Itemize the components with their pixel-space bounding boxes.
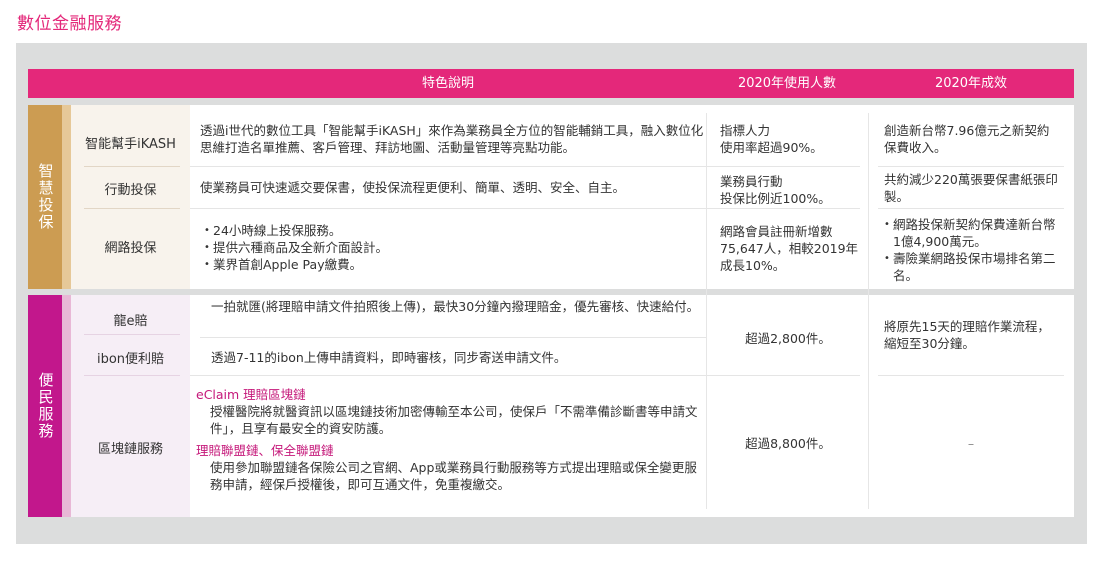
row-label-blockchain: 區塊鏈服務 xyxy=(97,442,163,457)
row-divider xyxy=(190,375,716,376)
blockchain-text-eclaim: 授權醫院將就醫資訊以區塊鏈技術加密傳輸至本公司，使保戶「不需準備診斷書等申請文件… xyxy=(210,404,698,436)
result-online-list: 網路投保新契約保費達新台幣1億4,900萬元。 壽險業網路投保市場排名第二名。 xyxy=(884,216,1060,284)
row-label-ikash: 智能幫手iKASH xyxy=(85,137,176,152)
users-online: 網路會員註冊新增數75,647人，相較2019年成長10%。 xyxy=(720,224,859,273)
result-blockchain: – xyxy=(967,436,975,451)
category-label: 便民服務 xyxy=(36,372,55,440)
category-stripe xyxy=(62,105,71,289)
result-mobile: 共約減少220萬張要保書紙張印製。 xyxy=(884,172,1058,204)
category-label: 智慧投保 xyxy=(36,163,55,231)
row-divider xyxy=(84,334,180,335)
row-divider xyxy=(84,375,180,376)
feature-blockchain: eClaim 理賠區塊鏈 授權醫院將就醫資訊以區塊鏈技術加密傳輸至本公司，使保戶… xyxy=(196,386,706,493)
row-label-online: 網路投保 xyxy=(104,241,157,256)
category-convenience: 便民服務 xyxy=(28,295,62,517)
row-label-dragon-eclaim: 龍e賠 xyxy=(113,314,148,329)
list-item: 壽險業網路投保市場排名第二名。 xyxy=(884,250,1060,284)
blockchain-heading-alliance: 理賠聯盟鏈、保全聯盟鏈 xyxy=(196,443,334,458)
category-separator xyxy=(28,289,1074,295)
row-divider xyxy=(84,208,180,209)
users-blockchain: 超過8,800件。 xyxy=(745,436,831,451)
list-item: 網路投保新契約保費達新台幣1億4,900萬元。 xyxy=(884,216,1060,250)
list-item: 24小時線上投保服務。 xyxy=(204,222,700,239)
header-spacer xyxy=(28,98,1074,105)
row-divider xyxy=(716,166,860,167)
category-stripe xyxy=(62,295,71,517)
row-label-ibon: ibon便利賠 xyxy=(96,352,165,367)
row-divider xyxy=(84,166,180,167)
row-divider xyxy=(716,208,860,209)
column-divider xyxy=(706,113,707,509)
row-divider xyxy=(716,375,860,376)
blockchain-heading-eclaim: eClaim 理賠區塊鏈 xyxy=(196,387,306,402)
column-divider xyxy=(868,113,869,509)
users-ikash: 指標人力 使用率超過90%。 xyxy=(720,123,823,155)
table-header: 特色說明 2020年使用人數 2020年成效 xyxy=(28,69,1074,98)
feature-online-list: 24小時線上投保服務。 提供六種商品及全新介面設計。 業界首創Apple Pay… xyxy=(204,222,700,273)
row-label-mobile: 行動投保 xyxy=(104,183,157,198)
feature-ibon: 透過7-11的ibon上傳申請資料，即時審核，同步寄送申請文件。 xyxy=(211,350,567,365)
row-divider xyxy=(200,337,706,338)
row-divider xyxy=(878,166,1064,167)
page-title: 數位金融服務 xyxy=(17,14,122,34)
digital-services-table: 特色說明 2020年使用人數 2020年成效 智慧投保 便民服務 智能幫手iKA… xyxy=(28,69,1074,517)
category-smart-insurance: 智慧投保 xyxy=(28,105,62,289)
feature-dragon-eclaim: 一拍就匯(將理賠申請文件拍照後上傳)，最快30分鐘內撥理賠金，優先審核、快速給付… xyxy=(211,299,700,314)
feature-ikash: 透過i世代的數位工具「智能幫手iKASH」來作為業務員全方位的智能輔銷工具，融入… xyxy=(200,123,704,155)
row-divider xyxy=(190,208,716,209)
row-divider xyxy=(190,166,716,167)
header-results: 2020年成效 xyxy=(934,76,1008,91)
blockchain-text-alliance: 使用參加聯盟鏈各保險公司之官網、App或業務員行動服務等方式提出理賠或保全變更服… xyxy=(210,460,697,492)
row-divider xyxy=(878,375,1064,376)
users-claims: 超過2,800件。 xyxy=(745,331,831,346)
result-claims: 將原先15天的理賠作業流程，縮短至30分鐘。 xyxy=(884,319,1050,351)
result-ikash: 創造新台幣7.96億元之新契約保費收入。 xyxy=(884,123,1050,155)
row-divider xyxy=(878,208,1064,209)
users-mobile: 業務員行動 投保比例近100%。 xyxy=(720,174,831,206)
feature-mobile: 使業務員可快速遞交要保書，使投保流程更便利、簡單、透明、安全、自主。 xyxy=(200,180,626,195)
list-item: 業界首創Apple Pay繳費。 xyxy=(204,256,700,273)
header-users: 2020年使用人數 xyxy=(737,76,837,91)
list-item: 提供六種商品及全新介面設計。 xyxy=(204,239,700,256)
header-features: 特色說明 xyxy=(421,76,474,91)
